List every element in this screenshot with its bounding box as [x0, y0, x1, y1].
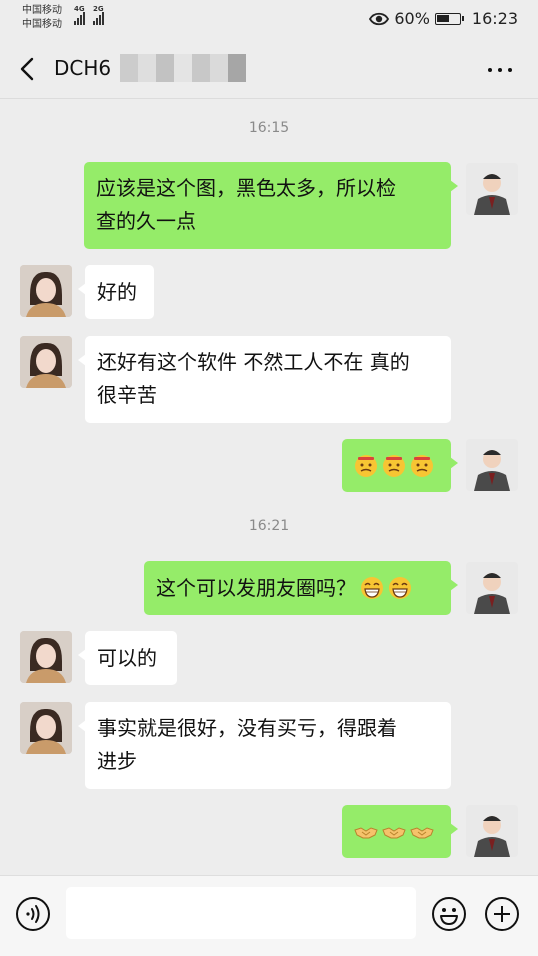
network-type-1: 4G: [74, 5, 85, 13]
timestamp: 16:15: [248, 120, 290, 136]
message-line: 很辛苦: [97, 383, 157, 407]
chat-title: DCH6: [54, 56, 112, 80]
redacted-name-blur: [120, 54, 270, 82]
message-bubble-outgoing[interactable]: [342, 805, 458, 858]
my-avatar[interactable]: [466, 562, 518, 614]
contact-avatar[interactable]: [20, 336, 72, 388]
grin-emoji-icon: [389, 577, 411, 599]
clock: 16:23: [471, 9, 518, 28]
status-bar: 中国移动 中国移动 4G 2G 60% 16:23: [0, 0, 538, 40]
eye-icon: [369, 12, 390, 25]
chat-header: DCH6: [0, 40, 538, 99]
input-bar: [0, 875, 538, 956]
handshake-emoji-icon: [354, 826, 378, 838]
smiley-icon[interactable]: [431, 896, 467, 932]
bruised-face-emoji-icon: [383, 454, 405, 477]
my-avatar[interactable]: [466, 163, 518, 215]
message-bubble-outgoing[interactable]: 应该是这个图，黑色太多，所以检 查的久一点: [84, 162, 458, 249]
signal-indicators: 4G 2G: [74, 5, 104, 25]
carrier-2-label: 中国移动: [22, 19, 62, 30]
message-content: 这个可以发朋友圈吗？: [156, 561, 439, 615]
message-line: 事实就是很好，没有买亏，得跟着: [97, 716, 397, 740]
message-bubble-incoming[interactable]: 事实就是很好，没有买亏，得跟着 进步: [78, 702, 451, 789]
chevron-left-icon[interactable]: [14, 55, 42, 83]
signal-1-icon: 4G: [74, 5, 85, 25]
plus-icon[interactable]: [484, 896, 520, 932]
message-bubble-outgoing[interactable]: 这个可以发朋友圈吗？: [144, 561, 458, 615]
contact-avatar[interactable]: [20, 631, 72, 683]
contact-avatar[interactable]: [20, 265, 72, 317]
bruised-face-emoji-icon: [411, 454, 433, 477]
contact-avatar[interactable]: [20, 702, 72, 754]
message-bubble-incoming[interactable]: 还好有这个软件 不然工人不在 真的 很辛苦: [78, 336, 451, 423]
message-bubble-outgoing[interactable]: [342, 439, 458, 492]
message-line: 查的久一点: [96, 209, 196, 233]
message-line: 还好有这个软件 不然工人不在 真的: [97, 350, 410, 374]
message-line: 可以的: [97, 646, 157, 670]
message-list[interactable]: 16:15 应该是这个图，黑色太多，所以检 查的久一点 好的 还好有这个软件 不…: [0, 99, 538, 875]
message-bubble-incoming[interactable]: 好的: [78, 265, 154, 319]
carrier-labels: 中国移动 中国移动: [22, 4, 62, 32]
emoji-row: [354, 439, 439, 492]
my-avatar[interactable]: [466, 805, 518, 857]
battery-percentage: 60%: [394, 9, 430, 28]
message-line: 应该是这个图，黑色太多，所以检: [96, 176, 396, 200]
battery-icon: [434, 12, 464, 25]
message-input[interactable]: [66, 887, 416, 939]
emoji-row: [354, 805, 439, 858]
my-avatar[interactable]: [466, 439, 518, 491]
voice-icon[interactable]: [15, 896, 51, 932]
timestamp: 16:21: [248, 518, 290, 534]
bruised-face-emoji-icon: [355, 454, 377, 477]
carrier-1-label: 中国移动: [22, 5, 62, 16]
message-line: 好的: [97, 280, 137, 304]
status-right: 60% 16:23: [369, 9, 518, 28]
signal-2-icon: 2G: [93, 5, 104, 25]
network-type-2: 2G: [93, 5, 104, 13]
more-dots-icon[interactable]: [488, 68, 512, 72]
handshake-emoji-icon: [410, 826, 434, 838]
message-line: 进步: [97, 749, 137, 773]
handshake-emoji-icon: [382, 826, 406, 838]
grin-emoji-icon: [361, 577, 383, 599]
message-bubble-incoming[interactable]: 可以的: [78, 631, 177, 685]
message-line: 这个可以发朋友圈吗？: [156, 575, 356, 600]
